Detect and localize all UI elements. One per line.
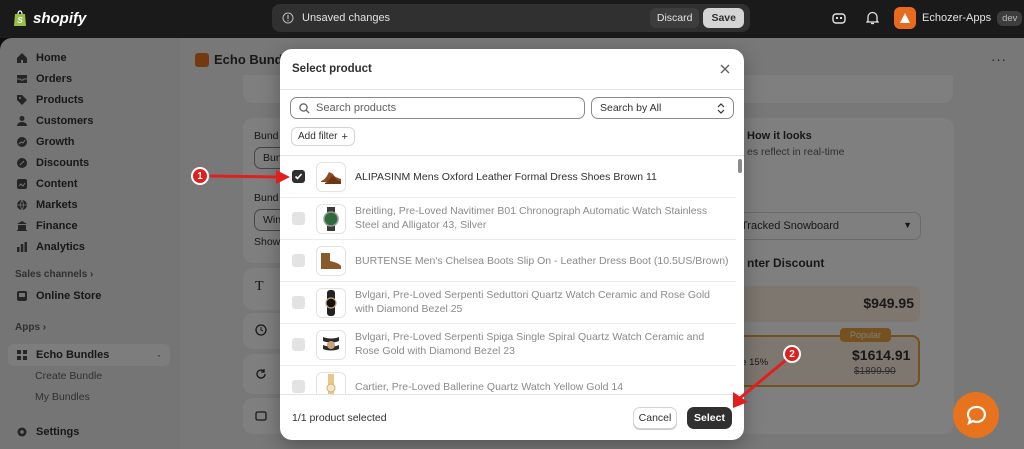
chat-button[interactable] (953, 392, 999, 438)
step-badge-1: 1 (191, 167, 209, 185)
arrow-2-icon (739, 358, 787, 400)
annotation-arrows (209, 170, 787, 408)
arrow-1-icon (209, 174, 279, 179)
step-badge-2: 2 (783, 345, 801, 363)
arrowhead-1-icon (276, 170, 290, 184)
chat-bubble-icon (966, 405, 986, 426)
